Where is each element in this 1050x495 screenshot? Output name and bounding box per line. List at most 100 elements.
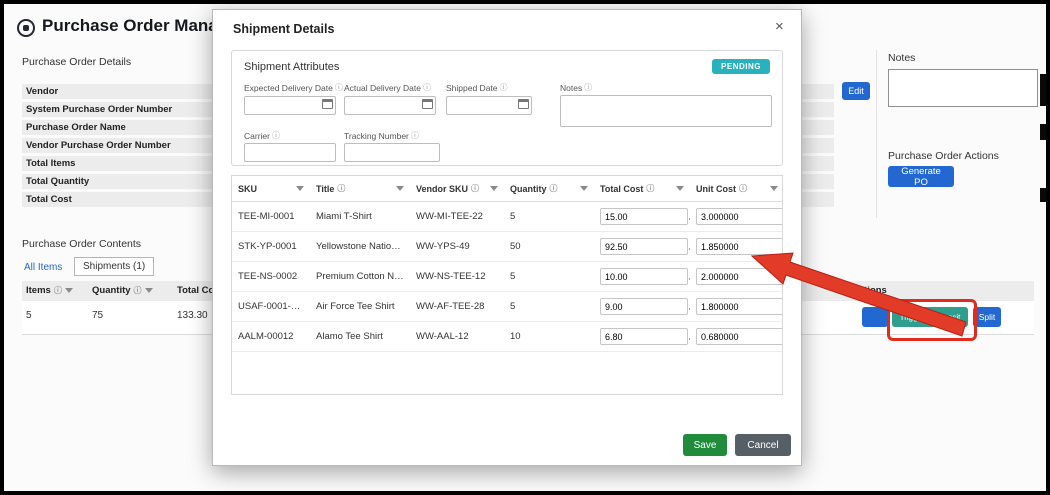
cell-sku: AALM-00012 (232, 331, 310, 342)
filter-icon[interactable] (65, 288, 73, 293)
info-icon: ⓘ (134, 287, 142, 295)
tab-shipments[interactable]: Shipments (1) (74, 257, 154, 276)
cell-vendor-sku: WW-AAL-12 (410, 331, 504, 342)
header-total-cost[interactable]: Total Costⓘ (594, 176, 690, 201)
calendar-icon[interactable] (518, 99, 529, 109)
unit-cost-input[interactable] (696, 208, 783, 225)
calendar-icon[interactable] (322, 99, 333, 109)
shipment-details-modal: Shipment Details × Shipment Attributes P… (212, 9, 802, 466)
cell-vendor-sku: WW-NS-TEE-12 (410, 271, 504, 282)
cell-total-cost (594, 328, 690, 345)
shipment-item-row: TEE-NS-0002 Premium Cotton NA... WW-NS-T… (232, 262, 782, 292)
info-icon: ⓘ (500, 84, 508, 92)
cell-vendor-sku: WW-AF-TEE-28 (410, 301, 504, 312)
cell-quantity: 10 (504, 331, 594, 342)
info-icon: ⓘ (54, 287, 62, 295)
total-cost-input[interactable] (600, 208, 688, 225)
app-logo-icon (17, 19, 35, 37)
header-unit-cost[interactable]: Unit Costⓘ (690, 176, 783, 201)
screen: Purchase Order Management Purchase Order… (0, 0, 1050, 495)
cell-unit-cost (690, 268, 783, 285)
col-header-quantity[interactable]: Quantity ⓘ (92, 285, 153, 296)
shipment-attributes-panel: Shipment Attributes PENDING Expected Del… (231, 50, 783, 166)
info-icon: ⓘ (337, 185, 345, 193)
cell-vendor-sku: WW-MI-TEE-22 (410, 211, 504, 222)
expected-delivery-field (244, 95, 336, 114)
cancel-button[interactable]: Cancel (735, 434, 791, 456)
close-icon[interactable]: × (775, 18, 784, 35)
header-quantity[interactable]: Quantityⓘ (504, 176, 594, 201)
edit-button[interactable]: Edit (842, 82, 870, 100)
filter-icon[interactable] (770, 186, 778, 191)
col-header-items[interactable]: Items ⓘ (26, 285, 73, 296)
total-cost-input[interactable] (600, 298, 688, 315)
cell-title: Air Force Tee Shirt (310, 301, 410, 312)
filter-icon[interactable] (490, 186, 498, 191)
edge-artifact (1040, 74, 1048, 106)
filter-icon[interactable] (580, 186, 588, 191)
total-cost-input[interactable] (600, 268, 688, 285)
header-title[interactable]: Titleⓘ (310, 176, 410, 201)
action-button-partial[interactable] (862, 307, 888, 327)
expected-delivery-label: Expected Delivery Dateⓘ (244, 83, 343, 93)
edge-artifact (1040, 124, 1048, 140)
cell-total-cost (594, 268, 690, 285)
shipment-item-row: STK-YP-0001 Yellowstone National... WW-Y… (232, 232, 782, 262)
info-icon: ⓘ (335, 84, 343, 92)
cell-title: Alamo Tee Shirt (310, 331, 410, 342)
split-button[interactable]: Split (973, 307, 1001, 327)
shipment-item-row: TEE-MI-0001 Miami T-Shirt WW-MI-TEE-22 5 (232, 202, 782, 232)
tracking-number-input[interactable] (344, 143, 440, 162)
cell-sku: STK-YP-0001 (232, 241, 310, 252)
modal-title: Shipment Details (233, 22, 334, 36)
save-button[interactable]: Save (683, 434, 727, 456)
generate-po-button[interactable]: Generate PO (888, 166, 954, 187)
notes-textarea[interactable] (888, 69, 1038, 107)
filter-icon[interactable] (296, 186, 304, 191)
header-sku[interactable]: SKU (232, 176, 310, 201)
col-items-label: Items (26, 285, 51, 296)
unit-cost-input[interactable] (696, 238, 783, 255)
cell-unit-cost (690, 208, 783, 225)
unit-cost-input[interactable] (696, 298, 783, 315)
cell-total-cost (594, 298, 690, 315)
info-icon: ⓘ (411, 132, 419, 140)
filter-icon[interactable] (396, 186, 404, 191)
cell-total-cost: 133.30 (177, 310, 208, 321)
unit-cost-input[interactable] (696, 328, 783, 345)
cell-sku: TEE-NS-0002 (232, 271, 310, 282)
unit-cost-input[interactable] (696, 268, 783, 285)
po-actions-heading: Purchase Order Actions (888, 150, 999, 162)
details-heading: Purchase Order Details (22, 56, 131, 68)
col-quantity-label: Quantity (92, 285, 131, 296)
shipment-item-row: AALM-00012 Alamo Tee Shirt WW-AAL-12 10 (232, 322, 782, 352)
notes-label: Notesⓘ (560, 83, 592, 93)
calendar-icon[interactable] (422, 99, 433, 109)
total-cost-input[interactable] (600, 328, 688, 345)
cell-unit-cost (690, 298, 783, 315)
cell-quantity: 50 (504, 241, 594, 252)
cell-vendor-sku: WW-YPS-49 (410, 241, 504, 252)
info-icon: ⓘ (584, 84, 592, 92)
cell-unit-cost (690, 328, 783, 345)
filter-icon[interactable] (145, 288, 153, 293)
cell-quantity: 5 (504, 301, 594, 312)
tab-all-items[interactable]: All Items (24, 262, 62, 273)
col-header-actions: Actions (852, 285, 887, 296)
carrier-input[interactable] (244, 143, 336, 162)
total-cost-input[interactable] (600, 238, 688, 255)
filter-icon[interactable] (676, 186, 684, 191)
shipment-item-row: USAF-0001-TEE Air Force Tee Shirt WW-AF-… (232, 292, 782, 322)
carrier-label: Carrierⓘ (244, 131, 280, 141)
info-icon: ⓘ (272, 132, 280, 140)
shipment-notes-textarea[interactable] (560, 95, 772, 127)
cell-unit-cost (690, 238, 783, 255)
attributes-heading: Shipment Attributes (244, 61, 339, 73)
tracking-number-label: Tracking Numberⓘ (344, 131, 419, 141)
header-vendor-sku[interactable]: Vendor SKUⓘ (410, 176, 504, 201)
trigger-in-transit-button[interactable]: Trigger In-Transit (892, 307, 968, 327)
info-icon: ⓘ (646, 185, 654, 193)
panel-divider (876, 50, 877, 218)
cell-title: Premium Cotton NA... (310, 271, 410, 282)
actual-delivery-field (344, 95, 436, 114)
